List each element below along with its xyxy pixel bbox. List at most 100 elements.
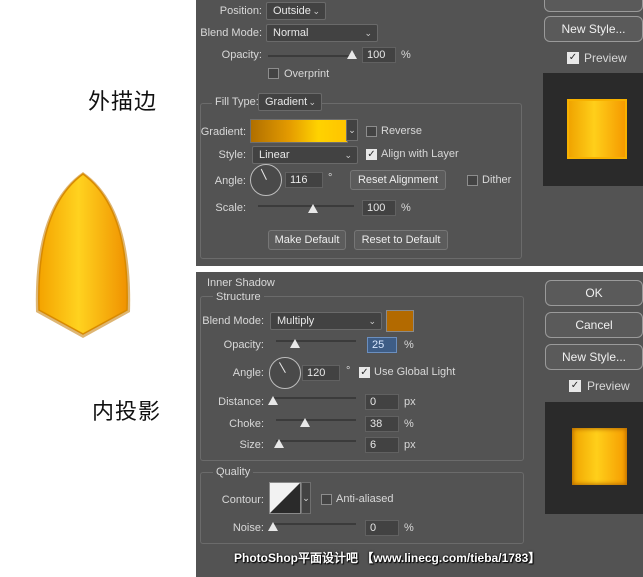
contour-dropdown[interactable]: ⌄	[301, 482, 311, 514]
caption-inner-shadow: 内投影	[92, 400, 162, 425]
noise-slider-track[interactable]	[272, 523, 356, 525]
top-new-style-button[interactable]: New Style...	[544, 16, 643, 42]
chevron-down-icon: ⌄	[368, 316, 376, 326]
is-angle-unit: °	[346, 365, 351, 377]
distance-unit: px	[404, 396, 416, 408]
quality-label: Quality	[213, 466, 254, 478]
is-opacity-slider-thumb[interactable]	[290, 339, 300, 348]
reverse-label: Reverse	[381, 125, 422, 137]
overprint-label: Overprint	[284, 68, 330, 80]
scale-unit: %	[401, 202, 411, 214]
angle-input[interactable]: 116	[285, 172, 323, 188]
angle-label: Angle:	[214, 175, 246, 187]
contour-preview[interactable]	[269, 482, 301, 514]
is-angle-label: Angle:	[232, 367, 264, 379]
overprint-checkbox[interactable]	[268, 68, 279, 79]
is-blend-mode-label: Blend Mode:	[202, 315, 264, 327]
is-opacity-label: Opacity:	[223, 339, 264, 351]
distance-label: Distance:	[218, 396, 264, 408]
distance-input[interactable]: 0	[365, 394, 399, 410]
size-unit: px	[404, 439, 416, 451]
style-select[interactable]: Linear ⌄	[252, 146, 358, 164]
top-preview-swatch	[569, 101, 625, 157]
angle-needle	[260, 168, 267, 180]
watermark-text: PhotoShop平面设计吧 【www.linecg.com/tieba/178…	[234, 551, 541, 565]
is-blend-mode-select[interactable]: Multiply ⌄	[270, 312, 382, 330]
dither-label: Dither	[482, 174, 512, 186]
choke-input[interactable]: 38	[365, 416, 399, 432]
style-value: Linear	[259, 149, 290, 161]
top-ok-button-partial[interactable]	[544, 0, 643, 12]
chevron-down-icon: ⌄	[308, 97, 316, 107]
reverse-checkbox[interactable]	[366, 126, 377, 137]
preview-swatch	[572, 428, 627, 485]
gold-shield-shape	[35, 172, 131, 338]
is-blend-mode-value: Multiply	[277, 315, 315, 327]
noise-input[interactable]: 0	[365, 520, 399, 536]
opacity-slider-track[interactable]	[268, 55, 356, 57]
new-style-button[interactable]: New Style...	[545, 344, 643, 370]
is-angle-input[interactable]: 120	[302, 365, 340, 381]
opacity-label: Opacity:	[221, 49, 262, 61]
is-angle-dial[interactable]	[269, 357, 301, 389]
top-preview-checkbox[interactable]: ✓	[567, 52, 579, 64]
fill-type-value: Gradient	[265, 96, 308, 108]
chevron-down-icon: ⌄	[364, 28, 372, 38]
anti-aliased-label: Anti-aliased	[336, 493, 394, 505]
angle-dial[interactable]	[250, 164, 282, 196]
caption-stroke: 外描边	[88, 90, 158, 115]
chevron-down-icon: ⌄	[348, 125, 356, 135]
position-select[interactable]: Outside ⌄	[266, 2, 326, 20]
fill-type-select[interactable]: Gradient ⌄	[258, 93, 322, 111]
anti-aliased-checkbox[interactable]	[321, 494, 332, 505]
inner-shadow-title: Inner Shadow	[207, 277, 275, 289]
size-slider-thumb[interactable]	[274, 439, 284, 448]
global-light-label: Use Global Light	[374, 366, 456, 378]
choke-label: Choke:	[229, 418, 264, 430]
align-with-layer-checkbox[interactable]: ✓	[366, 149, 377, 160]
fill-type-label: Fill Type:	[212, 96, 262, 108]
position-value: Outside	[273, 5, 311, 17]
noise-slider-thumb[interactable]	[268, 522, 278, 531]
shadow-color-swatch[interactable]	[386, 310, 414, 332]
preview-checkbox[interactable]: ✓	[569, 380, 581, 392]
ok-button[interactable]: OK	[545, 280, 643, 306]
opacity-unit: %	[401, 49, 411, 61]
choke-slider-thumb[interactable]	[300, 418, 310, 427]
blend-mode-select[interactable]: Normal ⌄	[266, 24, 378, 42]
contour-label: Contour:	[221, 494, 264, 506]
scale-slider-thumb[interactable]	[308, 204, 318, 213]
choke-slider-track[interactable]	[276, 419, 356, 421]
structure-label: Structure	[213, 291, 264, 303]
noise-unit: %	[404, 522, 414, 534]
size-slider-track[interactable]	[276, 440, 356, 442]
gradient-dropdown[interactable]: ⌄	[346, 119, 358, 141]
make-default-button[interactable]: Make Default	[268, 230, 346, 250]
gradient-label: Gradient:	[200, 126, 246, 138]
reset-to-default-button[interactable]: Reset to Default	[354, 230, 448, 250]
preview-label: Preview	[587, 379, 630, 393]
is-angle-needle	[279, 362, 286, 373]
chevron-down-icon: ⌄	[312, 6, 320, 16]
opacity-input[interactable]: 100	[362, 47, 396, 63]
dither-checkbox[interactable]	[467, 175, 478, 186]
scale-slider-track[interactable]	[258, 205, 354, 207]
distance-slider-track[interactable]	[272, 397, 356, 399]
distance-slider-thumb[interactable]	[268, 396, 278, 405]
reset-alignment-button[interactable]: Reset Alignment	[350, 170, 446, 190]
angle-unit: °	[328, 172, 333, 184]
style-label: Style:	[218, 149, 246, 161]
gradient-swatch[interactable]	[250, 119, 348, 143]
is-opacity-input[interactable]: 25	[367, 337, 397, 353]
opacity-slider-thumb[interactable]	[347, 50, 357, 59]
is-opacity-unit: %	[404, 339, 414, 351]
position-label: Position:	[219, 5, 262, 17]
scale-input[interactable]: 100	[362, 200, 396, 216]
cancel-button[interactable]: Cancel	[545, 312, 643, 338]
global-light-checkbox[interactable]: ✓	[359, 367, 370, 378]
is-opacity-slider-track[interactable]	[276, 340, 356, 342]
size-input[interactable]: 6	[365, 437, 399, 453]
choke-unit: %	[404, 418, 414, 430]
noise-label: Noise:	[232, 522, 264, 534]
scale-label: Scale:	[215, 202, 246, 214]
